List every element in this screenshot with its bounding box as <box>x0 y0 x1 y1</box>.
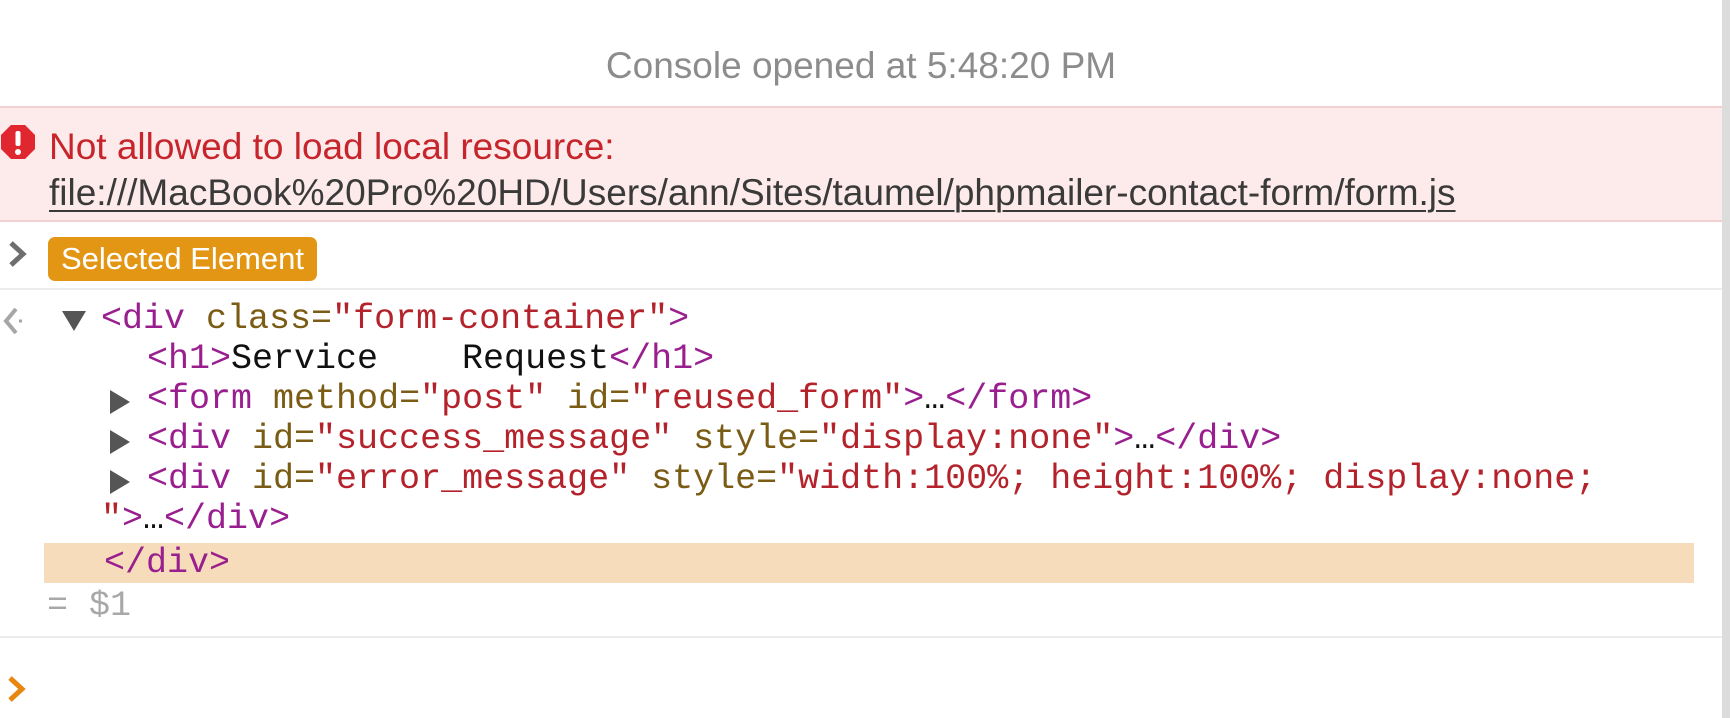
tag-close: </div> <box>1155 419 1282 459</box>
attr-value: "success_message" <box>315 419 673 459</box>
collapsed-triangle-icon[interactable] <box>106 468 134 496</box>
collapsed-ellipsis[interactable]: … <box>143 499 164 539</box>
dom-node-closing-div[interactable]: </div> <box>104 543 230 583</box>
attr-value: "reused_form" <box>630 379 904 419</box>
console-timestamp-row: Console opened at 5:48:20 PM <box>0 0 1722 108</box>
tag-close: </form> <box>945 379 1093 419</box>
tag-close-bracket: > <box>1113 419 1135 459</box>
prompt-chevron-icon <box>8 676 26 702</box>
attr-name: id= <box>252 459 316 499</box>
tag-close: </div> <box>164 499 291 539</box>
dom-node-form-container[interactable]: <div class="form-container"> <box>101 299 689 339</box>
tag-close-bracket: > <box>668 299 690 339</box>
error-message-text: Not allowed to load local resource: <box>49 126 615 167</box>
tag-close-bracket: > <box>122 499 144 539</box>
tag-open: <div <box>147 419 232 459</box>
expanded-triangle-icon[interactable] <box>60 306 88 334</box>
tag-open: <div <box>147 459 232 499</box>
dom-node-h1[interactable]: <h1>Service Request</h1> <box>147 339 714 379</box>
collapsed-ellipsis[interactable]: … <box>1134 419 1155 459</box>
result-arrow-icon <box>3 307 25 335</box>
attr-name: style= <box>693 419 820 459</box>
attr-name: style= <box>651 459 778 499</box>
scrollbar-track[interactable] <box>1722 0 1730 718</box>
error-resource-link[interactable]: file:///MacBook%20Pro%20HD/Users/ann/Sit… <box>49 170 1456 216</box>
attr-value: "error_message" <box>315 459 631 499</box>
collapsed-triangle-icon[interactable] <box>106 428 134 456</box>
console-input-entry: Selected Element <box>0 222 1722 290</box>
tag-open: <form <box>147 379 253 419</box>
collapsed-ellipsis[interactable]: … <box>924 379 945 419</box>
console-prompt-row <box>0 636 1722 718</box>
attr-value: "width:100%; height:100%; display:none; <box>777 459 1597 499</box>
attr-value: "post" <box>420 379 547 419</box>
attr-value: "form-container" <box>332 299 669 339</box>
tag-close-bracket: > <box>903 379 925 419</box>
attr-name: class= <box>206 299 333 339</box>
dom-node-error-message[interactable]: <div id="error_message" style="width:100… <box>147 459 1596 499</box>
dom-node-success-message[interactable]: <div id="success_message" style="display… <box>147 419 1281 459</box>
console-prompt-input[interactable] <box>40 662 1704 714</box>
attr-value-end: " <box>101 499 123 539</box>
console-timestamp: Console opened at 5:48:20 PM <box>605 45 1117 86</box>
error-message-row: Not allowed to load local resource: file… <box>0 108 1722 222</box>
tag-open: <h1> <box>147 339 232 379</box>
tag-open: <div <box>101 299 186 339</box>
attr-value: "display:none" <box>819 419 1114 459</box>
selected-element-badge[interactable]: Selected Element <box>48 237 317 281</box>
dom-node-form[interactable]: <form method="post" id="reused_form">…</… <box>147 379 1092 419</box>
node-text: Service Request <box>231 339 610 379</box>
error-exclamation-icon <box>1 125 35 159</box>
input-chevron-icon <box>9 241 27 267</box>
attr-name: id= <box>567 379 631 419</box>
console-panel: Console opened at 5:48:20 PM Not allowed… <box>0 0 1722 718</box>
attr-name: id= <box>252 419 316 459</box>
tag-close: </h1> <box>609 339 715 379</box>
tag-close: </div> <box>104 543 231 583</box>
collapsed-triangle-icon[interactable] <box>106 388 134 416</box>
result-alias: = $1 <box>47 586 132 626</box>
dom-node-error-message-wrap[interactable]: ">…</div> <box>101 499 290 539</box>
attr-name: method= <box>273 379 421 419</box>
selected-node-highlight <box>44 543 1694 583</box>
